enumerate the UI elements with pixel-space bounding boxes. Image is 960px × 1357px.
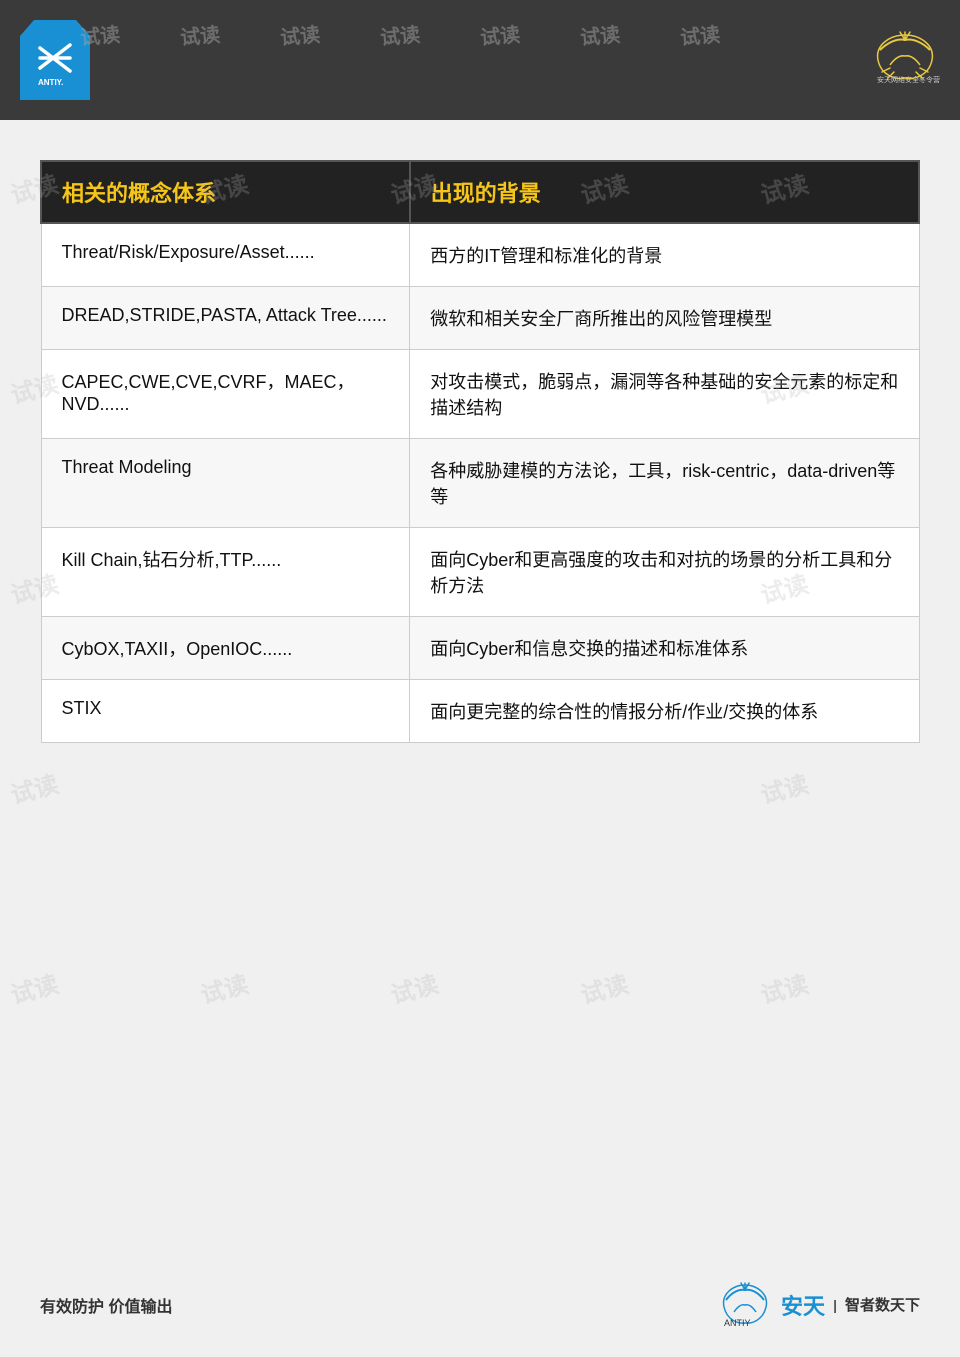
- table-cell-left-4: Kill Chain,钻石分析,TTP......: [41, 528, 410, 617]
- table-row: DREAD,STRIDE,PASTA, Attack Tree......微软和…: [41, 287, 919, 350]
- wm6: 试读: [579, 18, 621, 50]
- wm5: 试读: [479, 18, 521, 50]
- header-watermarks: 试读 试读 试读 试读 试读 试读 试读: [80, 20, 760, 49]
- header-right-logo: 安天网络安全冬令营第四期: [870, 30, 940, 91]
- footer-bird-icon: ANTIY: [718, 1282, 773, 1327]
- wm4: 试读: [379, 18, 421, 50]
- pwm-14: 试读: [386, 964, 441, 1010]
- table-cell-left-2: CAPEC,CWE,CVE,CVRF，MAEC，NVD......: [41, 350, 410, 439]
- footer-brand-text: 安天 | 智者数天下: [781, 1289, 920, 1321]
- pwm-11: 试读: [756, 764, 811, 810]
- col-header-right: 出现的背景: [410, 161, 919, 223]
- wm3: 试读: [279, 18, 321, 50]
- table-row: Kill Chain,钻石分析,TTP......面向Cyber和更高强度的攻击…: [41, 528, 919, 617]
- table-row: CybOX,TAXII，OpenIOC......面向Cyber和信息交换的描述…: [41, 617, 919, 680]
- footer-brand-divider: |: [833, 1297, 837, 1313]
- table-cell-left-0: Threat/Risk/Exposure/Asset......: [41, 223, 410, 287]
- table-row: Threat Modeling各种威胁建模的方法论，工具，risk-centri…: [41, 439, 919, 528]
- main-content: 试读 试读 试读 试读 试读 试读 试读 试读 试读 试读 试读 试读 试读 试…: [0, 120, 960, 773]
- footer-left-text: 有效防护 价值输出: [40, 1293, 172, 1317]
- wm1: 试读: [79, 18, 121, 50]
- wm7: 试读: [679, 18, 721, 50]
- footer-brand-main: 安天: [781, 1289, 825, 1321]
- table-header-row: 相关的概念体系 出现的背景: [41, 161, 919, 223]
- pwm-12: 试读: [6, 964, 61, 1010]
- table-cell-right-1: 微软和相关安全厂商所推出的风险管理模型: [410, 287, 919, 350]
- content-table: 相关的概念体系 出现的背景 Threat/Risk/Exposure/Asset…: [40, 160, 920, 743]
- svg-text:ANTIY: ANTIY: [724, 1318, 751, 1327]
- footer-right: ANTIY 安天 | 智者数天下: [718, 1282, 920, 1327]
- footer-brand-slogan: 智者数天下: [845, 1294, 920, 1315]
- table-cell-right-2: 对攻击模式，脆弱点，漏洞等各种基础的安全元素的标定和描述结构: [410, 350, 919, 439]
- pwm-15: 试读: [576, 964, 631, 1010]
- svg-text:ANTIY.: ANTIY.: [38, 78, 63, 87]
- table-row: CAPEC,CWE,CVE,CVRF，MAEC，NVD......对攻击模式，脆…: [41, 350, 919, 439]
- table-cell-right-3: 各种威胁建模的方法论，工具，risk-centric，data-driven等等: [410, 439, 919, 528]
- col-header-left: 相关的概念体系: [41, 161, 410, 223]
- footer: 有效防护 价值输出 ANTIY 安天 | 智者数天下: [0, 1282, 960, 1327]
- pwm-10: 试读: [6, 764, 61, 810]
- pwm-16: 试读: [756, 964, 811, 1010]
- svg-text:安天网络安全冬令营第四期: 安天网络安全冬令营第四期: [877, 75, 940, 84]
- pwm-13: 试读: [196, 964, 251, 1010]
- table-row: Threat/Risk/Exposure/Asset......西方的IT管理和…: [41, 223, 919, 287]
- table-cell-right-4: 面向Cyber和更高强度的攻击和对抗的场景的分析工具和分析方法: [410, 528, 919, 617]
- table-cell-right-0: 西方的IT管理和标准化的背景: [410, 223, 919, 287]
- phoenix-icon: 安天网络安全冬令营第四期: [870, 30, 940, 91]
- table-cell-right-5: 面向Cyber和信息交换的描述和标准体系: [410, 617, 919, 680]
- table-cell-left-6: STIX: [41, 680, 410, 743]
- header: ANTIY. 试读 试读 试读 试读 试读 试读 试读 安天网络安全冬令营第四期: [0, 0, 960, 120]
- table-cell-right-6: 面向更完整的综合性的情报分析/作业/交换的体系: [410, 680, 919, 743]
- table-cell-left-5: CybOX,TAXII，OpenIOC......: [41, 617, 410, 680]
- wm2: 试读: [179, 18, 221, 50]
- table-cell-left-1: DREAD,STRIDE,PASTA, Attack Tree......: [41, 287, 410, 350]
- table-row: STIX面向更完整的综合性的情报分析/作业/交换的体系: [41, 680, 919, 743]
- table-cell-left-3: Threat Modeling: [41, 439, 410, 528]
